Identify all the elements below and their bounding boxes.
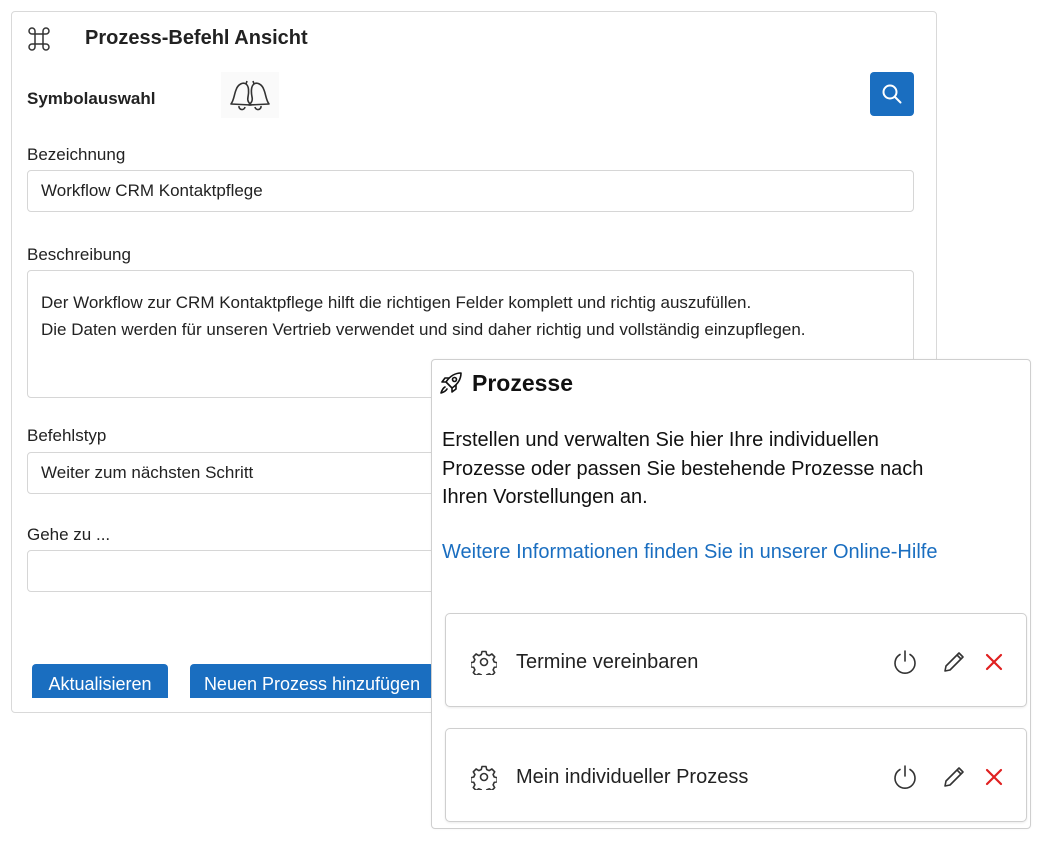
power-icon [894, 765, 916, 789]
close-icon [985, 768, 1003, 786]
processes-header [437, 369, 465, 397]
description-line: Ihren Vorstellungen an. [442, 486, 648, 508]
delete-process-button[interactable] [980, 648, 1008, 676]
symbol-preview[interactable] [221, 72, 279, 118]
update-button[interactable]: Aktualisieren [32, 664, 168, 698]
bell-icon [230, 80, 270, 111]
processes-panel: Prozesse Erstellen und verwalten Sie hie… [431, 359, 1031, 829]
pencil-icon [944, 652, 964, 672]
process-name: Termine vereinbaren [516, 651, 699, 673]
processes-description: Erstellen und verwalten Sie hier Ihre in… [442, 426, 1002, 512]
description-line: Die Daten werden für unseren Vertrieb ve… [41, 320, 806, 339]
description-label: Beschreibung [27, 245, 131, 264]
power-icon [894, 650, 916, 674]
symbol-label: Symbolauswahl [27, 89, 156, 108]
gear-icon [471, 650, 497, 675]
command-icon [28, 27, 50, 51]
close-icon [985, 653, 1003, 671]
name-label: Bezeichnung [27, 145, 126, 164]
name-field[interactable]: Workflow CRM Kontaktpflege [27, 170, 914, 212]
command-type-label: Befehlstyp [27, 426, 107, 445]
goto-label: Gehe zu ... [27, 525, 111, 544]
toggle-process-button[interactable] [891, 763, 919, 791]
process-item[interactable]: Mein individueller Prozess [445, 728, 1027, 822]
toggle-process-button[interactable] [891, 648, 919, 676]
online-help-link[interactable]: Weitere Informationen finden Sie in unse… [442, 541, 937, 564]
editor-header [26, 26, 52, 52]
pencil-icon [944, 767, 964, 787]
description-line: Erstellen und verwalten Sie hier Ihre in… [442, 429, 879, 451]
process-name: Mein individueller Prozess [516, 766, 749, 788]
search-icon [882, 84, 902, 104]
process-item[interactable]: Termine vereinbaren [445, 613, 1027, 707]
edit-process-button[interactable] [940, 763, 968, 791]
symbol-search-button[interactable] [870, 72, 914, 116]
rocket-icon [440, 372, 462, 394]
add-process-button[interactable]: Neuen Prozess hinzufügen [190, 664, 434, 698]
processes-title: Prozesse [472, 370, 574, 396]
edit-process-button[interactable] [940, 648, 968, 676]
description-line: Prozesse oder passen Sie bestehende Proz… [442, 457, 924, 480]
gear-icon [471, 765, 497, 790]
description-line: Der Workflow zur CRM Kontaktpflege hilft… [41, 293, 752, 312]
delete-process-button[interactable] [980, 763, 1008, 791]
editor-title: Prozess-Befehl Ansicht [85, 27, 308, 49]
